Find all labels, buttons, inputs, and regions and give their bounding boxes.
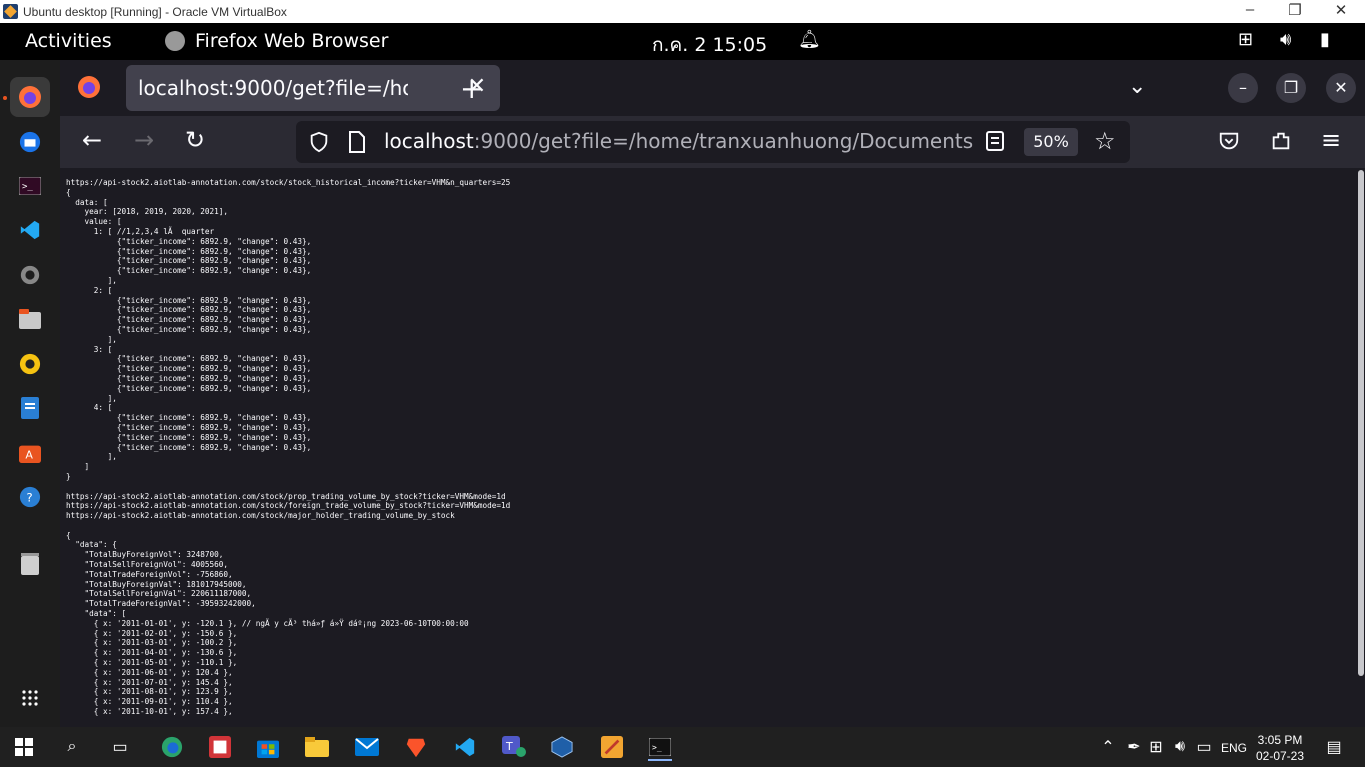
pen-icon[interactable]: ✒ [1122,735,1146,759]
edge-icon[interactable] [160,735,184,759]
windows-start-icon[interactable] [12,735,36,759]
dock-rhythmbox-icon[interactable] [10,344,50,384]
minimize-window-icon[interactable]: – [1228,73,1258,103]
volume-icon[interactable]: 🔊︎ [1280,29,1291,50]
dock-thunderbird-icon[interactable] [10,122,50,162]
page-content: https://api-stock2.aiotlab-annotation.co… [60,168,1360,727]
snipping-tool-icon[interactable] [208,735,232,759]
list-tabs-chevron-icon[interactable]: ⌄ [1128,74,1146,99]
reader-view-icon[interactable] [986,131,1004,155]
vscode-taskbar-icon[interactable] [453,735,477,759]
mail-icon[interactable] [355,735,379,759]
notifications-icon[interactable]: ▤ [1322,735,1346,759]
bell-icon[interactable]: 🔔︎ [798,29,821,50]
volume-tray-icon[interactable]: 🔊︎ [1168,735,1192,759]
dock-writer-icon[interactable] [10,388,50,428]
page-icon[interactable] [348,131,366,157]
dock-help-icon[interactable]: ? [10,477,50,517]
svg-text:?: ? [26,491,32,505]
zoom-level-button[interactable]: 50% [1024,128,1078,156]
file-explorer-icon[interactable] [305,735,329,759]
taskbar-time: 3:05 PM [1257,733,1303,747]
windows-taskbar: ⌕ ▭ T >_ ⌃ ✒ ⊞ 🔊︎ ▭ ENG 3:05 PM 02-07-23… [0,727,1365,767]
terminal-taskbar-icon[interactable]: >_ [648,735,672,761]
teams-icon[interactable]: T [502,735,526,759]
clock[interactable]: ก.ค. 2 15:05 [652,30,767,60]
dock-files-icon[interactable] [10,299,50,339]
scrollbar[interactable] [1358,170,1364,676]
battery-tray-icon[interactable]: ▭ [1192,735,1216,759]
back-icon[interactable]: ← [82,126,102,154]
dock-settings-icon[interactable] [10,255,50,295]
maximize-window-icon[interactable]: ❐ [1276,73,1306,103]
dock-trash-icon[interactable] [10,544,50,584]
virtualbox-icon [3,4,18,19]
close-icon[interactable]: ✕ [1326,1,1356,19]
minimize-icon[interactable]: – [1235,1,1265,18]
app-menu[interactable]: Firefox Web Browser [195,30,388,52]
language-indicator[interactable]: ENG [1221,741,1247,755]
virtualbox-taskbar-icon[interactable] [550,735,574,759]
taskbar-clock[interactable]: 3:05 PM 02-07-23 [1255,732,1305,764]
tab-title: localhost:9000/get?file=/hor [138,76,408,100]
svg-text:T: T [505,740,513,753]
firefox-view-icon[interactable] [77,75,101,103]
show-apps-icon[interactable] [10,678,50,718]
browser-tab[interactable]: localhost:9000/get?file=/hor ✕ [126,65,500,111]
svg-text:A: A [25,448,33,461]
activities-button[interactable]: Activities [25,30,112,52]
hamburger-menu-icon[interactable]: ≡ [1321,126,1341,154]
brave-icon[interactable] [404,735,428,759]
close-window-icon[interactable]: ✕ [1326,73,1356,103]
forward-icon[interactable]: → [134,126,154,154]
network-tray-icon[interactable]: ⊞ [1144,735,1168,759]
dock-firefox-icon[interactable] [10,77,50,117]
navigation-toolbar: ← → ↻ localhost:9000/get?file=/home/tran… [60,116,1365,168]
ubuntu-dock: >_ A ? [0,60,60,727]
pocket-icon[interactable] [1218,130,1240,156]
gnome-top-bar: Activities Firefox Web Browser ก.ค. 2 15… [0,23,1365,60]
search-icon[interactable]: ⌕ [60,735,84,759]
taskbar-date: 02-07-23 [1255,749,1305,763]
svg-text:>_: >_ [652,743,662,752]
url-bar[interactable]: localhost:9000/get?file=/home/tranxuanhu… [296,121,1130,163]
microsoft-store-icon[interactable] [256,735,280,759]
url-text[interactable]: localhost:9000/get?file=/home/tranxuanhu… [384,129,974,153]
new-tab-icon[interactable]: + [460,72,483,105]
task-view-icon[interactable]: ▭ [108,735,132,759]
svg-text:>_: >_ [22,182,33,192]
battery-icon[interactable]: ▮ [1320,29,1330,50]
virtualbox-titlebar: Ubuntu desktop [Running] - Oracle VM Vir… [0,0,1365,23]
bookmark-star-icon[interactable]: ☆ [1094,127,1116,155]
dock-software-icon[interactable]: A [10,432,50,472]
restore-icon[interactable]: ❐ [1280,1,1310,19]
extensions-icon[interactable] [1270,130,1292,156]
window-title: Ubuntu desktop [Running] - Oracle VM Vir… [23,5,287,19]
dock-vscode-icon[interactable] [10,210,50,250]
network-icon[interactable]: ⊞ [1238,29,1253,50]
shield-icon[interactable] [308,131,330,157]
reload-icon[interactable]: ↻ [185,126,205,154]
firefox-tab-strip: localhost:9000/get?file=/hor ✕ + ⌄ – ❐ ✕ [60,60,1365,116]
active-indicator [3,96,7,100]
chevron-up-icon[interactable]: ⌃ [1096,735,1120,759]
firefox-app-icon [165,31,185,51]
document-text: https://api-stock2.aiotlab-annotation.co… [66,178,511,717]
dock-terminal-icon[interactable]: >_ [10,166,50,206]
git-gui-icon[interactable] [600,735,624,759]
